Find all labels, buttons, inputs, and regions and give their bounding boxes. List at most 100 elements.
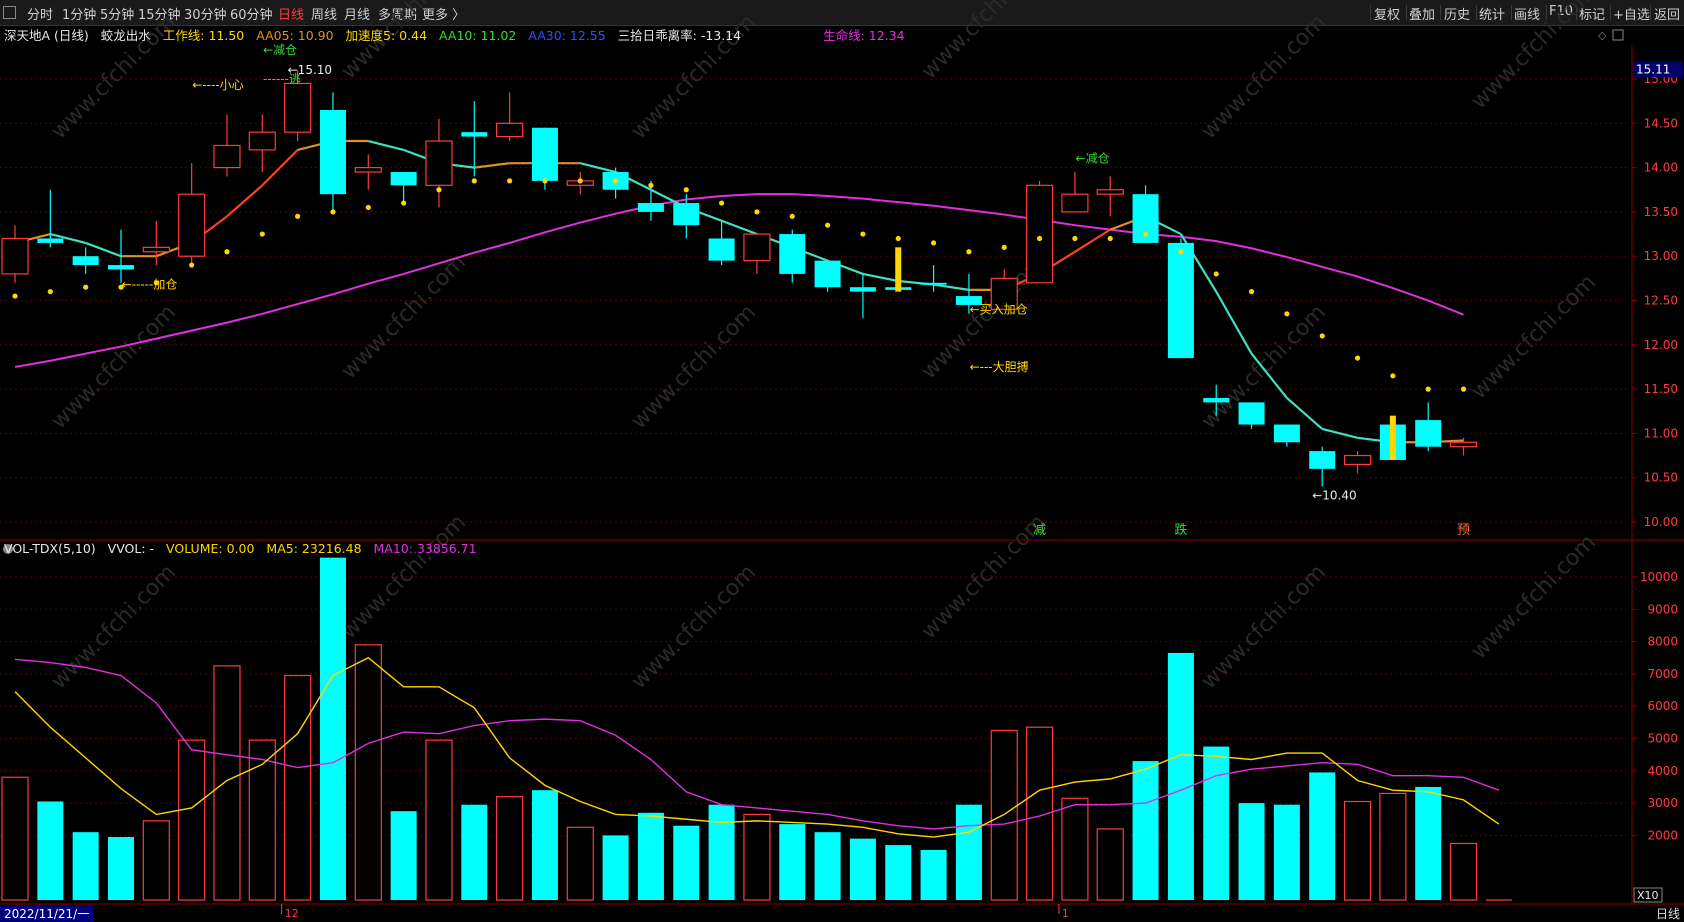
volume-bar-down bbox=[673, 825, 700, 900]
volume-bar-down bbox=[814, 832, 841, 900]
volume-indicator-bar: VOL-TDX(5,10) VVOL: - VOLUME: 0.00 MA5: … bbox=[4, 541, 485, 559]
indicator-dot bbox=[1142, 231, 1149, 237]
candle-body-down bbox=[1203, 397, 1230, 403]
aa05-value: AA05: 10.90 bbox=[256, 28, 334, 43]
indicator-dot bbox=[966, 249, 972, 255]
volume-bar-down bbox=[319, 557, 346, 900]
signal-bar bbox=[1389, 415, 1396, 460]
work-line-segment bbox=[261, 149, 299, 187]
indicator-dot bbox=[1107, 235, 1113, 242]
watermark-text: www.cfchi.com bbox=[627, 300, 761, 434]
volume-bar-up bbox=[496, 796, 524, 901]
vol-y-tick-label: 7000 bbox=[1647, 667, 1678, 681]
indicator-name[interactable]: 蛟龙出水 bbox=[101, 28, 151, 43]
indicator-dot bbox=[930, 240, 937, 246]
candle-body-up bbox=[284, 82, 312, 133]
indicator-dot bbox=[1460, 386, 1467, 392]
month-label: 12 bbox=[285, 907, 299, 920]
indicator-dot bbox=[1284, 311, 1290, 317]
volume-bar-down bbox=[1167, 652, 1194, 900]
volume-bar-down bbox=[1203, 746, 1230, 900]
indicator-dot bbox=[471, 178, 477, 184]
volume-bar-down bbox=[72, 832, 99, 900]
indicator-dot bbox=[330, 209, 336, 215]
chart-canvas[interactable]: www.cfchi.com www.cfchi.com www.cfchi.com w… bbox=[0, 0, 1684, 922]
stock-name[interactable]: 深天地A (日线) bbox=[4, 28, 89, 43]
work-line-segment bbox=[368, 139, 404, 151]
volume-bar-down bbox=[708, 804, 735, 900]
chart-annotation: ←-----加仓 bbox=[122, 278, 178, 292]
indicator-dot bbox=[365, 204, 371, 211]
indicator-dot bbox=[683, 187, 689, 193]
candle-body-up bbox=[1061, 193, 1089, 213]
chart-annotation: ←---大胆搏 bbox=[970, 360, 1029, 374]
vol-y-tick-label: 5000 bbox=[1647, 732, 1678, 746]
indicator-dot bbox=[577, 178, 583, 184]
volume-bar-down bbox=[920, 849, 947, 900]
y-tick-label: 11.50 bbox=[1644, 382, 1678, 396]
work-line-segment bbox=[474, 162, 510, 169]
chart-annotation: ←买入加仓 bbox=[970, 302, 1028, 316]
price-tag-label: 15.11 bbox=[1636, 62, 1670, 76]
volume-bar-up bbox=[425, 739, 453, 901]
volume-bar-up bbox=[1061, 797, 1089, 901]
life-line-series bbox=[14, 193, 1464, 368]
candle-body-down bbox=[779, 234, 806, 274]
candle-body-down bbox=[72, 256, 99, 266]
vol-y-tick-label: 8000 bbox=[1647, 635, 1678, 649]
y-tick-label: 11.00 bbox=[1644, 426, 1678, 440]
volume-bar-up bbox=[178, 739, 206, 901]
candle-body-down bbox=[673, 203, 700, 226]
date-cursor-label: 2022/11/21/一 bbox=[0, 906, 94, 922]
indicator-dot bbox=[401, 200, 407, 206]
speed-value: 加速度5: 0.44 bbox=[345, 28, 428, 43]
indicator-dot bbox=[542, 178, 548, 184]
volume-bar-up bbox=[284, 674, 312, 901]
indicator-dot bbox=[507, 178, 513, 184]
watermark-text: www.cfchi.com bbox=[1467, 530, 1601, 664]
candle-body-up bbox=[354, 167, 382, 173]
volume-bar-down bbox=[531, 790, 558, 900]
period-label[interactable]: 日线 bbox=[1656, 906, 1680, 922]
indicator-dot bbox=[83, 284, 89, 290]
unit-tag-label: X10 bbox=[1637, 889, 1659, 902]
indicator-dot bbox=[189, 262, 195, 268]
candle-body-up bbox=[178, 193, 206, 257]
volume-bar-down bbox=[1309, 772, 1336, 900]
volume-bar-up bbox=[1096, 828, 1124, 901]
deviation-value: 三拾日乖离率: -13.14 bbox=[617, 28, 742, 43]
life-line-value: 生命线: 12.34 bbox=[823, 28, 905, 43]
volume-bar-down bbox=[1273, 804, 1300, 900]
volume-bar-up bbox=[1449, 842, 1478, 901]
chart-annotation: ←减仓 bbox=[263, 43, 297, 57]
month-label: 1 bbox=[1062, 907, 1069, 920]
signal-glyph: 减 bbox=[1033, 523, 1046, 538]
indicator-dot bbox=[719, 200, 725, 206]
main-indicator-bar: 深天地A (日线) 蛟龙出水 工作线: 11.50 AA05: 10.90 加速… bbox=[4, 25, 913, 43]
candle-body-down bbox=[1167, 242, 1194, 359]
volume-bar-up bbox=[566, 826, 594, 901]
candle-body-down bbox=[637, 203, 664, 212]
candle-body-up bbox=[142, 246, 170, 253]
indicator-dot bbox=[613, 178, 619, 184]
indicator-dot bbox=[1319, 333, 1325, 339]
work-line-segment bbox=[1074, 228, 1111, 253]
y-tick-label: 13.00 bbox=[1644, 249, 1678, 263]
watermark-text: www.cfchi.com bbox=[917, 0, 1051, 84]
volume-value: VOLUME: 0.00 bbox=[166, 541, 255, 556]
volume-bar-up bbox=[743, 813, 771, 901]
vol-y-tick-label: 6000 bbox=[1647, 699, 1678, 713]
indicator-dot bbox=[436, 187, 442, 193]
volume-bar-up bbox=[354, 644, 382, 901]
candle-body-down bbox=[920, 282, 947, 285]
vol-indicator-name[interactable]: VOL-TDX(5,10) bbox=[4, 541, 96, 556]
y-tick-label: 12.00 bbox=[1644, 338, 1678, 352]
volume-bar-down bbox=[1415, 786, 1442, 900]
candle-body-up bbox=[213, 144, 241, 169]
candle-body-up bbox=[1025, 184, 1054, 284]
indicator-dot bbox=[295, 213, 301, 219]
candle-body-up bbox=[1, 237, 29, 275]
candle-body-down bbox=[1415, 420, 1442, 447]
vol-y-tick-label: 4000 bbox=[1647, 764, 1678, 778]
candle-body-up bbox=[248, 131, 276, 151]
